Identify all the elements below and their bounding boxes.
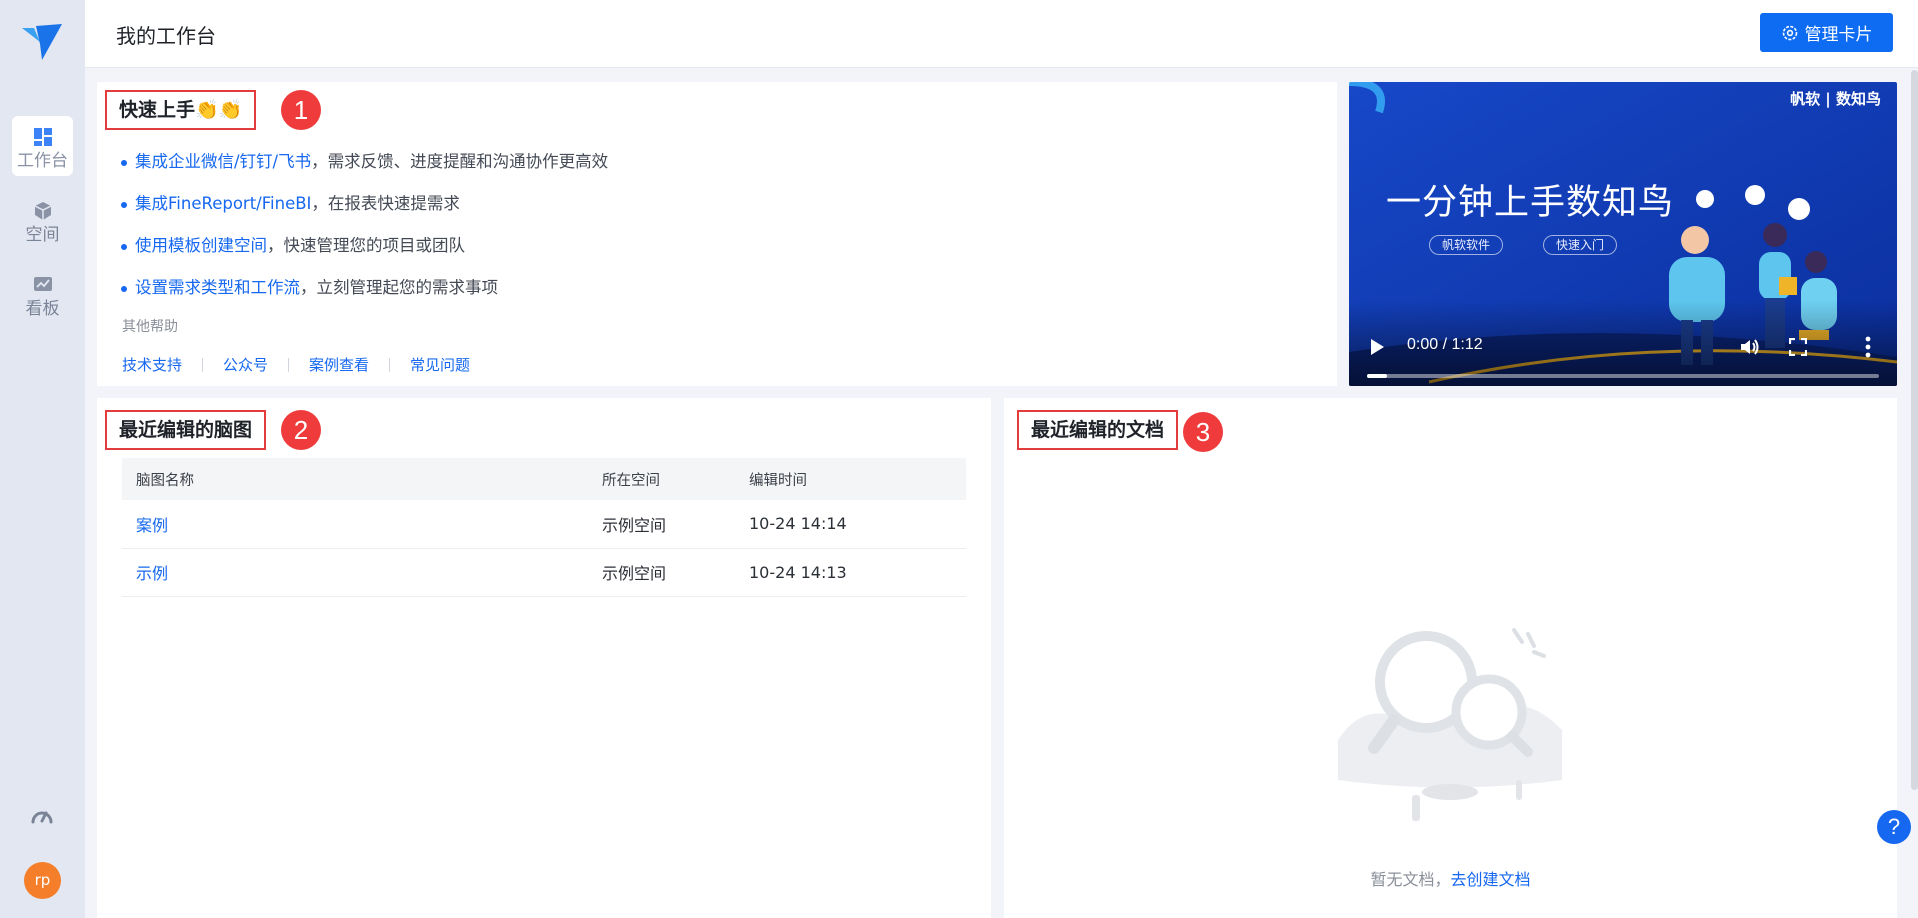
sidebar: 工作台 空间 看板 rp: [0, 0, 85, 918]
marker-3: 3: [1183, 412, 1223, 452]
manage-cards-button[interactable]: 管理卡片: [1760, 13, 1893, 52]
intro-video[interactable]: 帆软 | 数知鸟 一分钟上手数知鸟 帆软软件 快速入门 0:00 / 1:12: [1349, 82, 1897, 386]
product-logo[interactable]: [20, 22, 64, 62]
quick-start-card: 快速上手👏👏 1 集成企业微信/钉钉/飞书，需求反馈、进度提醒和沟通协作更高效 …: [97, 82, 1337, 386]
chart-board-icon: [33, 277, 52, 291]
page-scrollbar[interactable]: [1911, 70, 1918, 790]
help-link-faq[interactable]: 常见问题: [410, 354, 470, 375]
column-header: 所在空间: [602, 458, 749, 500]
video-brand-logo: 帆软 | 数知鸟: [1790, 90, 1881, 108]
list-item: 设置需求类型和工作流，立刻管理起您的需求事项: [121, 274, 608, 316]
table-row[interactable]: 案例 示例空间 10-24 14:14: [122, 500, 966, 549]
volume-icon[interactable]: [1739, 336, 1761, 358]
help-link-cases[interactable]: 案例查看: [309, 354, 369, 375]
table-header-row: 脑图名称 所在空间 编辑时间: [122, 458, 966, 500]
video-progress-bar[interactable]: [1367, 374, 1879, 378]
nav-item-workbench[interactable]: 工作台: [12, 116, 73, 176]
video-tag: 帆软软件: [1429, 235, 1504, 255]
mindmap-name-link[interactable]: 案例: [136, 516, 168, 535]
list-item: 使用模板创建空间，快速管理您的项目或团队: [121, 232, 608, 274]
quick-item-text: ，立刻管理起您的需求事项: [300, 278, 498, 297]
page-title: 我的工作台: [116, 24, 216, 48]
video-title: 一分钟上手数知鸟: [1386, 183, 1675, 223]
create-document-link[interactable]: 去创建文档: [1451, 870, 1531, 889]
video-progress-fill: [1367, 374, 1388, 378]
mindmap-space: 示例空间: [602, 548, 749, 597]
quick-item-text: ，在报表快速提需求: [311, 194, 460, 213]
nav-label: 看板: [25, 299, 60, 319]
list-item: 集成FineReport/FineBI，在报表快速提需求: [121, 190, 608, 232]
mindmap-time: 10-24 14:14: [749, 500, 966, 549]
video-controls: 0:00 / 1:12: [1349, 300, 1897, 386]
quick-link-integrate-finereport[interactable]: 集成FineReport/FineBI: [135, 194, 311, 213]
fullscreen-icon[interactable]: [1789, 338, 1807, 356]
marker-1: 1: [281, 90, 321, 130]
empty-search-illustration: [1338, 628, 1562, 821]
header: 我的工作台 管理卡片: [85, 0, 1918, 68]
nav-label: 工作台: [17, 151, 68, 171]
recent-documents-title: 最近编辑的文档: [1017, 410, 1179, 450]
marker-2: 2: [281, 410, 321, 450]
help-link-wechat[interactable]: 公众号: [223, 354, 268, 375]
table-row[interactable]: 示例 示例空间 10-24 14:13: [122, 548, 966, 597]
help-links: 技术支持 公众号 案例查看 常见问题: [122, 354, 470, 375]
nav-item-board[interactable]: 看板: [12, 264, 73, 324]
quick-item-text: ，需求反馈、进度提醒和沟通协作更高效: [311, 152, 609, 171]
gear-icon: [1782, 25, 1797, 40]
quick-start-title: 快速上手👏👏: [105, 90, 257, 130]
help-button[interactable]: ?: [1877, 810, 1911, 844]
recent-mindmaps-title: 最近编辑的脑图: [105, 410, 267, 450]
quick-link-workflow[interactable]: 设置需求类型和工作流: [135, 278, 300, 297]
divider: [288, 357, 290, 372]
quick-link-integrate-im[interactable]: 集成企业微信/钉钉/飞书: [135, 152, 311, 171]
list-item: 集成企业微信/钉钉/飞书，需求反馈、进度提醒和沟通协作更高效: [121, 148, 608, 190]
speed-gauge-icon[interactable]: [29, 804, 55, 830]
mindmap-name-link[interactable]: 示例: [136, 564, 168, 583]
mindmaps-table: 脑图名称 所在空间 编辑时间 案例 示例空间 10-24 14:14 示例 示例…: [122, 458, 966, 597]
column-header: 脑图名称: [122, 458, 602, 500]
video-time: 0:00 / 1:12: [1407, 336, 1483, 353]
empty-state-text: 暂无文档，去创建文档: [1004, 866, 1897, 890]
dashboard-grid-icon: [33, 128, 52, 146]
divider: [202, 357, 204, 372]
other-help-title: 其他帮助: [122, 319, 178, 335]
divider: [389, 357, 391, 372]
bullet-icon: [121, 243, 127, 250]
avatar[interactable]: rp: [24, 862, 61, 899]
empty-state-message: 暂无文档，: [1370, 870, 1451, 889]
nav-label: 空间: [25, 225, 60, 245]
cube-icon: [34, 202, 51, 220]
bullet-icon: [121, 159, 127, 166]
play-icon[interactable]: [1369, 338, 1385, 356]
quick-link-template-space[interactable]: 使用模板创建空间: [135, 236, 267, 255]
manage-cards-label: 管理卡片: [1804, 25, 1873, 45]
mindmap-time: 10-24 14:13: [749, 548, 966, 597]
bullet-icon: [121, 285, 127, 292]
recent-mindmaps-card: 最近编辑的脑图 2 脑图名称 所在空间 编辑时间 案例 示例空间 10-24 1…: [97, 398, 991, 918]
quick-item-text: ，快速管理您的项目或团队: [267, 236, 465, 255]
nav-item-space[interactable]: 空间: [12, 190, 73, 250]
column-header: 编辑时间: [749, 458, 966, 500]
quick-start-list: 集成企业微信/钉钉/飞书，需求反馈、进度提醒和沟通协作更高效 集成FineRep…: [121, 148, 608, 316]
help-link-tech-support[interactable]: 技术支持: [122, 354, 182, 375]
recent-documents-card: 最近编辑的文档 3 暂无文档，去创建文档: [1004, 398, 1897, 918]
video-tag: 快速入门: [1543, 235, 1618, 255]
mindmap-space: 示例空间: [602, 500, 749, 549]
more-options-icon[interactable]: [1865, 336, 1871, 358]
bullet-icon: [121, 201, 127, 208]
